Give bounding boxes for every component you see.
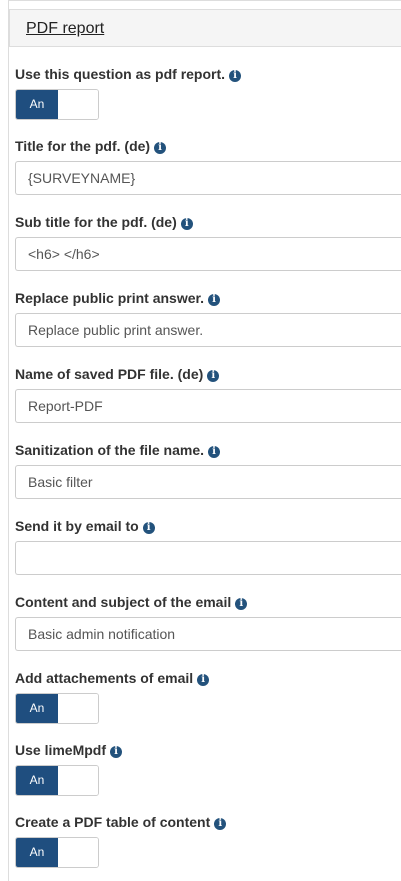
title-pdf-input[interactable]: {SURVEYNAME} (15, 161, 401, 195)
info-icon[interactable]: i (235, 598, 248, 610)
toggle-off-handle (58, 90, 98, 119)
panel-heading: PDF report (9, 9, 401, 47)
info-icon[interactable]: i (208, 446, 221, 458)
info-icon[interactable]: i (110, 746, 123, 758)
use-question-label: Use this question as pdf report. i (15, 66, 242, 82)
send-email-input[interactable] (15, 541, 401, 575)
subtitle-pdf-label: Sub title for the pdf. (de) i (15, 214, 193, 230)
panel-title-link[interactable]: PDF report (26, 20, 104, 38)
info-icon[interactable]: i (180, 218, 193, 230)
title-pdf-label: Title for the pdf. (de) i (15, 138, 167, 154)
replace-print-input[interactable]: Replace public print answer. (15, 313, 401, 347)
toggle-on-label: An (16, 694, 58, 723)
toggle-on-label: An (16, 90, 58, 119)
limempdf-label: Use limeMpdf i (15, 742, 123, 758)
sanitization-select[interactable]: Basic filter (15, 465, 401, 499)
info-icon[interactable]: i (208, 294, 221, 306)
info-icon[interactable]: i (142, 522, 155, 534)
info-icon[interactable]: i (154, 142, 167, 154)
limempdf-toggle[interactable]: An (15, 765, 99, 796)
toc-toggle[interactable]: An (15, 837, 99, 868)
send-email-label: Send it by email to i (15, 518, 155, 534)
attachments-label: Add attachements of email i (15, 670, 210, 686)
subtitle-pdf-input[interactable]: <h6> </h6> (15, 237, 401, 271)
email-content-label: Content and subject of the email i (15, 594, 248, 610)
sanitization-label: Sanitization of the file name. i (15, 442, 221, 458)
toc-label: Create a PDF table of content i (15, 814, 227, 830)
toggle-on-label: An (16, 766, 58, 795)
toggle-off-handle (58, 838, 98, 867)
email-content-select[interactable]: Basic admin notification (15, 617, 401, 651)
use-question-toggle[interactable]: An (15, 89, 99, 120)
replace-print-label: Replace public print answer. i (15, 290, 221, 306)
saved-name-label: Name of saved PDF file. (de) i (15, 366, 220, 382)
info-icon[interactable]: i (207, 370, 220, 382)
info-icon[interactable]: i (214, 818, 227, 830)
attachments-toggle[interactable]: An (15, 693, 99, 724)
info-icon[interactable]: i (197, 674, 210, 686)
toggle-off-handle (58, 694, 98, 723)
saved-name-input[interactable]: Report-PDF (15, 389, 401, 423)
info-icon[interactable]: i (229, 70, 242, 82)
toggle-off-handle (58, 766, 98, 795)
toggle-on-label: An (16, 838, 58, 867)
